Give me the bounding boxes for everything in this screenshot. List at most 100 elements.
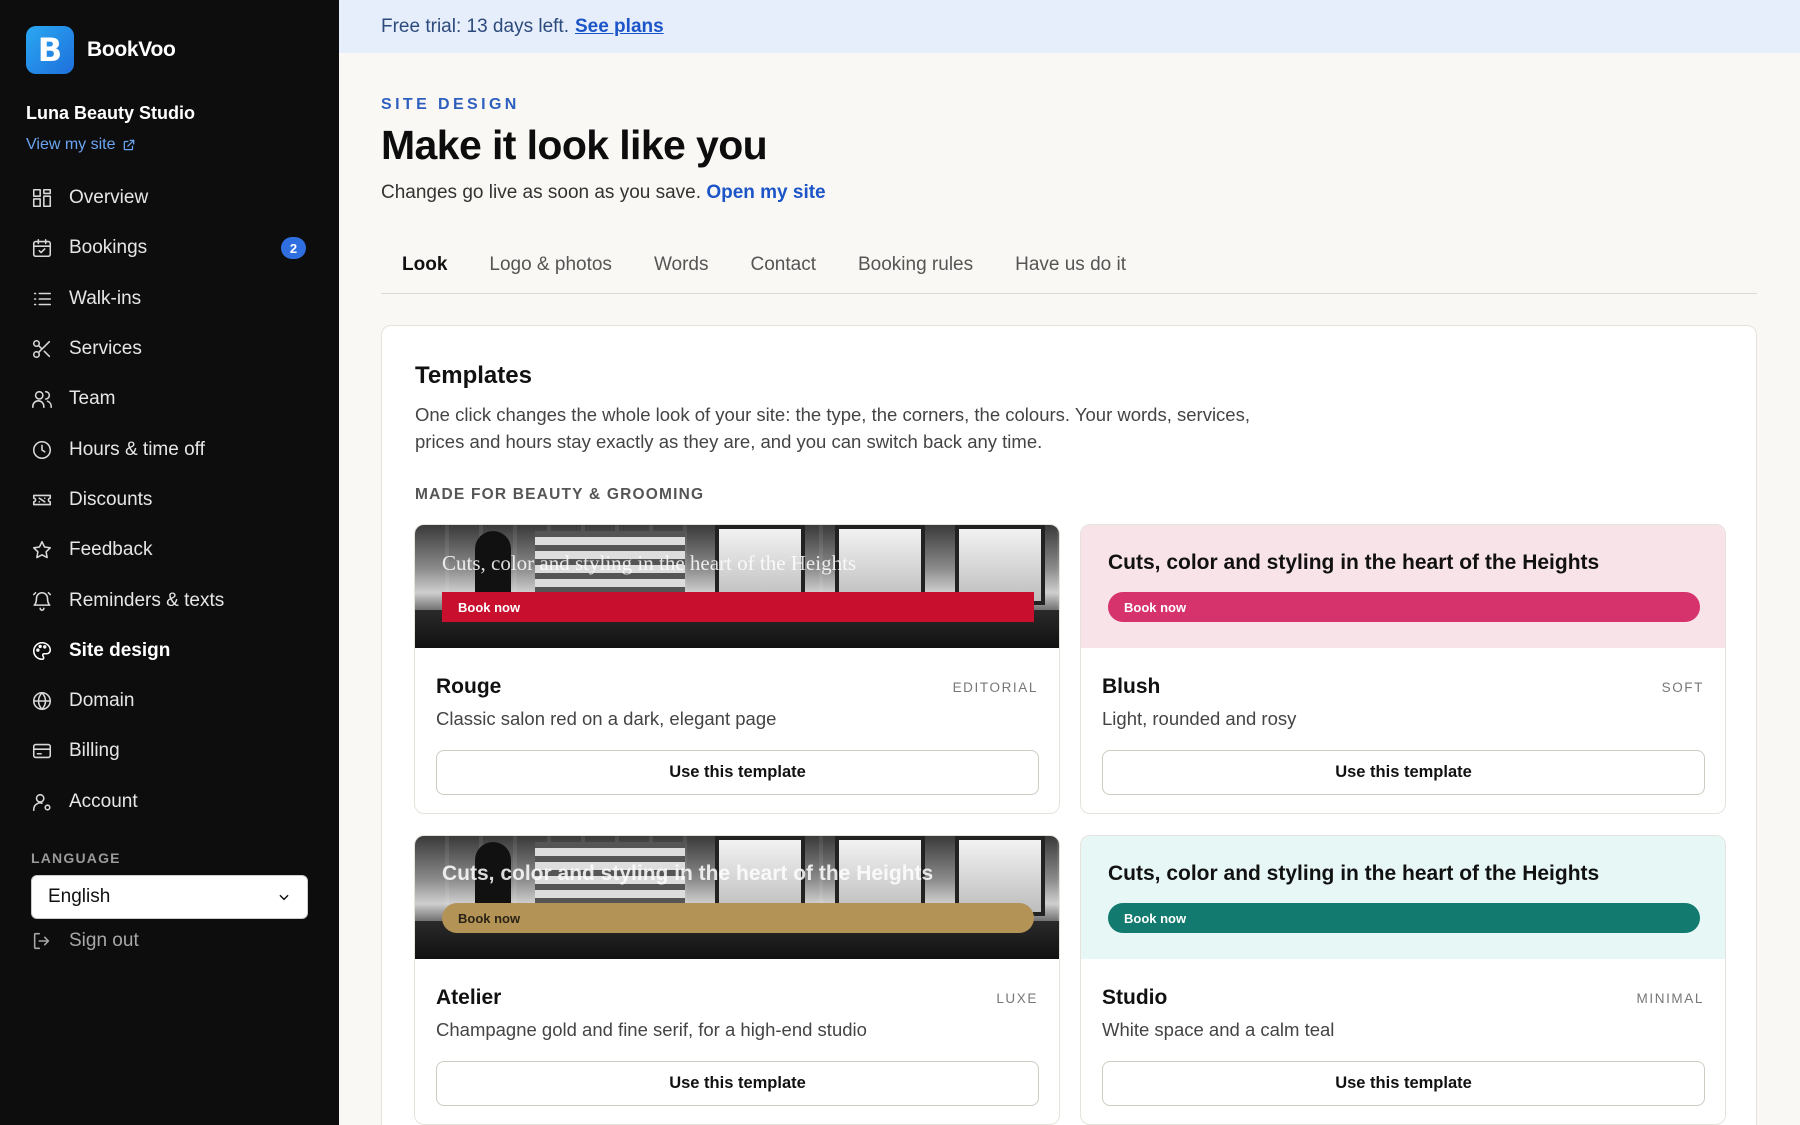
tab-words[interactable]: Words (633, 241, 730, 294)
view-my-site-link[interactable]: View my site (26, 136, 136, 154)
tab-contact[interactable]: Contact (730, 241, 837, 294)
sidebar-item-label: Overview (69, 187, 149, 209)
sidebar-item-billing[interactable]: Billing (28, 726, 318, 776)
sidebar-item-domain[interactable]: Domain (28, 676, 318, 726)
logo-mark-icon: B (26, 26, 74, 74)
bell-icon (32, 591, 52, 611)
palette-icon (33, 641, 52, 660)
clock-icon (32, 440, 52, 459)
sidebar-item-account[interactable]: Account (28, 777, 318, 827)
salon-photo (415, 836, 1059, 959)
tab-logo-photos[interactable]: Logo & photos (468, 241, 633, 294)
template-name: Rouge (436, 675, 502, 698)
template-kind: SOFT (1661, 680, 1704, 695)
sidebar-item-bookings[interactable]: Bookings 2 (28, 223, 318, 273)
sidebar-item-site-design[interactable]: Site design (28, 626, 318, 676)
templates-card: Templates One click changes the whole lo… (381, 325, 1757, 1125)
template-description: Classic salon red on a dark, elegant pag… (436, 708, 777, 729)
card-icon (32, 744, 52, 759)
see-plans-link[interactable]: See plans (575, 16, 664, 38)
template-kind: MINIMAL (1636, 991, 1704, 1006)
calendar-icon (32, 239, 52, 258)
page-title: Make it look like you (381, 122, 768, 168)
preview-book-now: Book now (1108, 592, 1700, 622)
bookings-count-badge: 2 (281, 237, 306, 260)
sidebar-item-label: Account (69, 790, 138, 812)
tab-have-us-do-it[interactable]: Have us do it (994, 241, 1147, 294)
tab-booking-rules[interactable]: Booking rules (837, 241, 994, 294)
user-gear-icon (32, 793, 51, 811)
language-select[interactable]: English (31, 875, 308, 919)
use-template-button[interactable]: Use this template (436, 750, 1039, 795)
sidebar-item-overview[interactable]: Overview (28, 173, 318, 223)
sign-out-label: Sign out (69, 930, 139, 951)
template-card-studio: Cuts, color and styling in the heart of … (1080, 835, 1726, 1125)
preview-headline: Cuts, color and styling in the heart of … (442, 551, 857, 575)
template-name: Atelier (436, 986, 502, 1009)
chevron-down-icon (279, 894, 289, 901)
sidebar-item-label: Billing (69, 740, 120, 762)
ticket-icon (32, 494, 52, 506)
sidebar-item-label: Feedback (69, 539, 153, 561)
preview-book-now: Book now (442, 592, 1034, 622)
page-subtitle-text: Changes go live as soon as you save. (381, 182, 702, 203)
template-description: Champagne gold and fine serif, for a hig… (436, 1019, 867, 1040)
open-my-site-link[interactable]: Open my site (706, 182, 825, 203)
globe-icon (32, 692, 52, 711)
sidebar-item-team[interactable]: Team (28, 374, 318, 424)
use-template-button[interactable]: Use this template (1102, 750, 1705, 795)
scissors-icon (32, 340, 51, 359)
template-preview: Cuts, color and styling in the heart of … (1081, 836, 1725, 959)
page-eyebrow: SITE DESIGN (381, 96, 520, 113)
template-description: White space and a calm teal (1102, 1019, 1335, 1040)
language-selected-value: English (48, 886, 111, 907)
sidebar-item-reminders[interactable]: Reminders & texts (28, 575, 318, 625)
salon-photo (415, 525, 1059, 648)
external-link-icon (123, 139, 134, 151)
view-my-site-label: View my site (26, 136, 116, 153)
grid-icon (32, 189, 52, 208)
preview-headline: Cuts, color and styling in the heart of … (442, 862, 934, 885)
sidebar-item-services[interactable]: Services (28, 324, 318, 374)
language-label: LANGUAGE (31, 850, 121, 866)
template-card-blush: Cuts, color and styling in the heart of … (1080, 524, 1726, 814)
sidebar-item-walk-ins[interactable]: Walk-ins (28, 274, 318, 324)
brand-name: BookVoo (87, 38, 176, 61)
preview-headline: Cuts, color and styling in the heart of … (1108, 862, 1600, 885)
template-description: Light, rounded and rosy (1102, 708, 1297, 729)
preview-book-now: Book now (1108, 903, 1700, 933)
tab-look[interactable]: Look (381, 241, 468, 294)
sidebar-item-label: Team (69, 388, 116, 410)
template-preview: Cuts, color and styling in the heart of … (1081, 525, 1725, 648)
brand-logo[interactable]: B BookVoo (26, 26, 176, 74)
template-preview: Cuts, color and styling in the heart of … (415, 525, 1059, 648)
preview-book-now: Book now (442, 903, 1034, 933)
logout-icon (33, 932, 50, 950)
sidebar-item-label: Services (69, 338, 142, 360)
sidebar-item-label: Hours & time off (69, 438, 205, 460)
template-kind: LUXE (996, 991, 1038, 1006)
page-subtitle: Changes go live as soon as you save. Ope… (381, 182, 826, 204)
template-kind: EDITORIAL (952, 680, 1038, 695)
template-name: Studio (1102, 986, 1168, 1009)
sidebar-item-feedback[interactable]: Feedback (28, 525, 318, 575)
sidebar-nav: Overview Bookings 2 Walk-ins Services Te… (28, 173, 318, 827)
templates-title: Templates (415, 362, 532, 389)
template-name: Blush (1102, 675, 1161, 698)
template-card-rouge: Cuts, color and styling in the heart of … (414, 524, 1060, 814)
sign-out-button[interactable]: Sign out (31, 930, 139, 952)
preview-headline: Cuts, color and styling in the heart of … (1108, 551, 1600, 574)
sidebar-item-label: Domain (69, 690, 135, 712)
template-preview: Cuts, color and styling in the heart of … (415, 836, 1059, 959)
template-card-atelier: Cuts, color and styling in the heart of … (414, 835, 1060, 1125)
use-template-button[interactable]: Use this template (436, 1061, 1039, 1106)
sidebar-item-hours[interactable]: Hours & time off (28, 424, 318, 474)
users-icon (32, 391, 52, 409)
sidebar-item-discounts[interactable]: Discounts (28, 475, 318, 525)
sidebar-item-label: Walk-ins (69, 287, 142, 309)
sidebar-item-label: Site design (69, 639, 171, 661)
templates-description: One click changes the whole look of your… (415, 404, 1250, 452)
sidebar: B BookVoo Luna Beauty Studio View my sit… (0, 0, 339, 1125)
use-template-button[interactable]: Use this template (1102, 1061, 1705, 1106)
list-icon (33, 292, 52, 306)
